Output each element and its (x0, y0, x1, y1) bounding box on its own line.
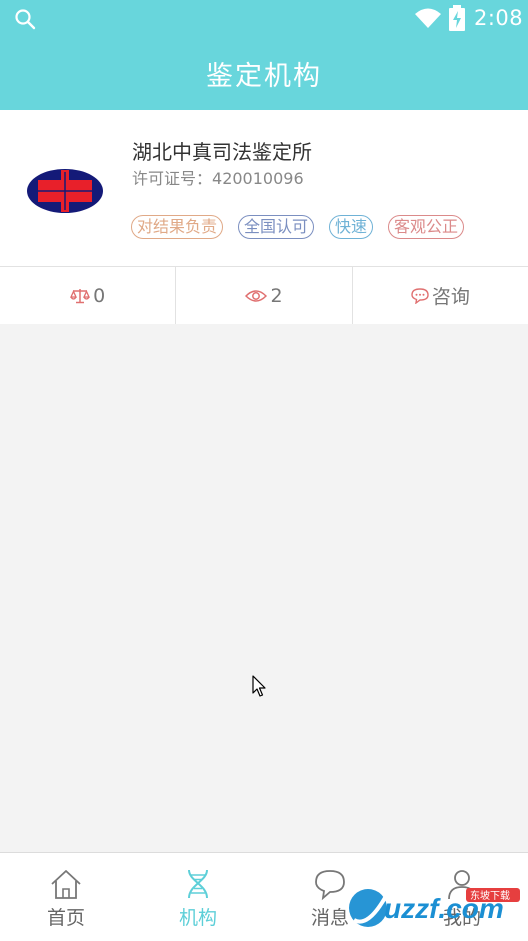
home-icon (51, 870, 81, 899)
license-value: 420010096 (212, 169, 304, 188)
watermark-logo: uzzf.com 东坡下载 (349, 888, 520, 927)
view-count: 2 (270, 284, 283, 307)
status-time: 2:08 (474, 6, 524, 30)
tab-messages-label: 消息 (310, 907, 349, 929)
wifi-icon (415, 8, 441, 28)
org-logo (27, 169, 103, 213)
page-title: 鉴定机构 (206, 60, 322, 92)
scale-count: 0 (93, 284, 106, 307)
stats-row: 0 2 咨询 (0, 266, 528, 325)
chat-bubble-icon (315, 870, 345, 901)
tag-responsible: 对结果负责 (131, 215, 224, 239)
org-name: 湖北中真司法鉴定所 (132, 140, 312, 164)
license-number: 许可证号：420010096 (132, 165, 304, 189)
status-bar: 2:08 (0, 0, 528, 36)
scale-icon (70, 288, 91, 303)
views-stat[interactable]: 2 (176, 267, 353, 324)
tab-institutions-label: 机构 (178, 907, 217, 929)
chat-icon (411, 287, 429, 304)
scale-stat[interactable]: 0 (0, 267, 177, 324)
tag-nationally-recognized: 全国认可 (238, 215, 315, 239)
tab-institutions[interactable]: 机构 (132, 853, 264, 941)
tab-home[interactable]: 首页 (0, 853, 132, 941)
tab-home-label: 首页 (46, 907, 85, 929)
tag-objective-fair: 客观公正 (388, 215, 465, 239)
battery-charging-icon (449, 5, 465, 31)
eye-icon (245, 289, 268, 302)
consult-label: 咨询 (431, 286, 470, 308)
dna-icon (188, 869, 208, 899)
svg-text:东坡下载: 东坡下载 (470, 889, 510, 902)
search-icon[interactable] (14, 8, 36, 30)
mouse-cursor-icon (252, 675, 266, 697)
org-tags: 对结果负责 全国认可 快速 客观公正 (131, 215, 465, 239)
content-area (0, 324, 528, 852)
page-title-bar: 鉴定机构 (0, 36, 528, 110)
tag-fast: 快速 (329, 215, 374, 239)
license-label: 许可证号： (132, 169, 213, 188)
consult-button[interactable]: 咨询 (353, 267, 528, 324)
